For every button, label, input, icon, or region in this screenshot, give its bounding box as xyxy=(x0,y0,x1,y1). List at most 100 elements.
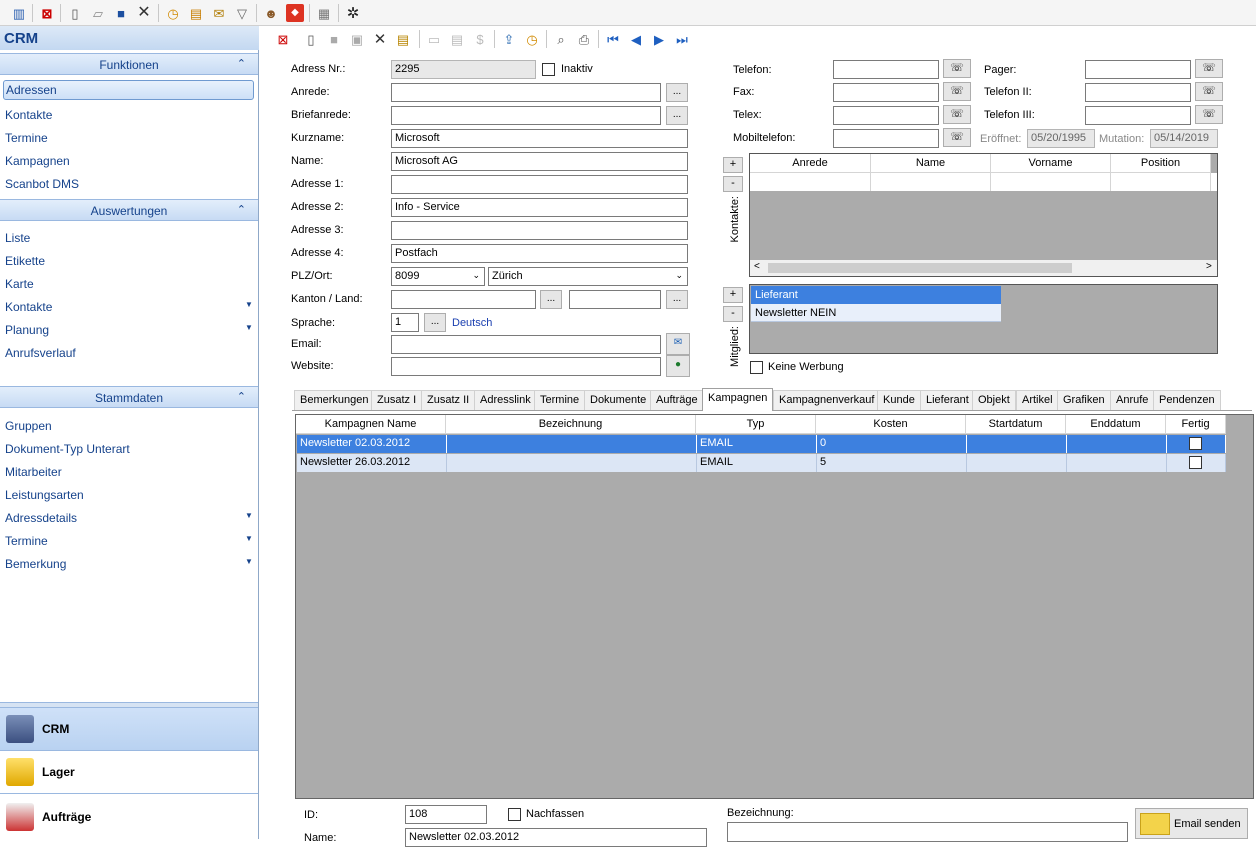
telefon2-field[interactable] xyxy=(1085,83,1191,102)
land-lookup-button[interactable]: ... xyxy=(666,290,688,309)
new-doc-icon[interactable]: ▯ xyxy=(302,30,320,48)
grid-icon[interactable]: ▦ xyxy=(315,4,333,22)
sidebar-item-etikette[interactable]: Etikette xyxy=(5,254,45,268)
anrede-lookup-button[interactable]: ... xyxy=(666,83,688,102)
adresse2-field[interactable]: Info - Service xyxy=(391,198,688,217)
grid-column-header[interactable]: Position xyxy=(1111,154,1211,173)
scroll-right-icon[interactable]: > xyxy=(1206,261,1212,272)
paste-icon[interactable]: ▤ xyxy=(394,30,412,48)
remove-kontakt-button[interactable]: - xyxy=(723,176,743,192)
tab-dokumente[interactable]: Dokumente xyxy=(584,390,653,410)
disabled-icon[interactable]: $ xyxy=(471,30,489,48)
kanton-field[interactable] xyxy=(391,290,536,309)
last-record-icon[interactable]: ⏭ xyxy=(673,30,691,48)
horizontal-scrollbar[interactable]: < > xyxy=(750,260,1217,276)
adresse1-field[interactable] xyxy=(391,175,688,194)
fertig-checkbox[interactable] xyxy=(1189,456,1202,469)
table-row[interactable]: Newsletter 02.03.2012 EMAIL 0 xyxy=(297,435,1226,453)
table-row[interactable]: Newsletter 26.03.2012 EMAIL 5 xyxy=(297,454,1226,472)
red-app-icon[interactable]: ◆ xyxy=(286,4,304,22)
email-field[interactable] xyxy=(391,335,661,354)
scroll-left-icon[interactable]: < xyxy=(754,261,760,272)
expand-arrow-icon[interactable]: ▼ xyxy=(245,557,253,566)
sidebar-item-termine-stamm[interactable]: Termine ▼ xyxy=(5,534,255,548)
kontakte-new-row[interactable] xyxy=(750,173,1217,191)
mobiltelefon-field[interactable] xyxy=(833,129,939,148)
phone-dial-icon[interactable]: ☏ xyxy=(1195,59,1223,78)
website-field[interactable] xyxy=(391,357,661,376)
keine-werbung-checkbox[interactable] xyxy=(750,361,763,374)
list-item[interactable]: Newsletter NEIN xyxy=(751,304,1001,322)
sprache-lookup-button[interactable]: ... xyxy=(424,313,446,332)
phone-dial-icon[interactable]: ☏ xyxy=(1195,105,1223,124)
sidebar-item-bemerkung[interactable]: Bemerkung ▼ xyxy=(5,557,255,571)
grid-column-header[interactable]: Bezeichnung xyxy=(446,415,696,434)
grid-column-header[interactable]: Typ xyxy=(696,415,816,434)
delete-x-icon[interactable]: ✕ xyxy=(135,4,153,22)
tab-kunde[interactable]: Kunde xyxy=(877,390,921,410)
tab-auftraege[interactable]: Aufträge xyxy=(650,390,704,410)
grid-column-header[interactable]: Fertig xyxy=(1166,415,1226,434)
phone-dial-icon[interactable]: ☏ xyxy=(943,59,971,78)
clock-icon[interactable]: ◷ xyxy=(164,4,182,22)
globe-icon[interactable]: ● xyxy=(666,355,690,377)
expand-arrow-icon[interactable]: ▼ xyxy=(245,511,253,520)
first-record-icon[interactable]: ⏮ xyxy=(604,30,622,48)
telefon-field[interactable] xyxy=(833,60,939,79)
phone-dial-icon[interactable]: ☏ xyxy=(943,105,971,124)
next-record-icon[interactable]: ▶ xyxy=(650,30,668,48)
bezeichnung-textarea[interactable] xyxy=(727,822,1128,842)
new-doc-icon[interactable]: ▯ xyxy=(66,4,84,22)
clock-icon[interactable]: ◷ xyxy=(523,30,541,48)
ort-select[interactable]: Zürich ⌄ xyxy=(488,267,688,286)
telex-field[interactable] xyxy=(833,106,939,125)
grid-column-header[interactable]: Kampagnen Name xyxy=(296,415,446,434)
grid-column-header[interactable]: Name xyxy=(871,154,991,173)
grid-column-header[interactable]: Vorname xyxy=(991,154,1111,173)
phone-dial-icon[interactable]: ☏ xyxy=(1195,82,1223,101)
pager-field[interactable] xyxy=(1085,60,1191,79)
mitglied-list[interactable]: Lieferant Newsletter NEIN xyxy=(749,284,1218,354)
collapse-chevron-icon[interactable]: ⌃ xyxy=(237,390,246,403)
grid-column-header[interactable]: Anrede xyxy=(750,154,871,173)
kanton-lookup-button[interactable]: ... xyxy=(540,290,562,309)
open-folder-icon[interactable]: ▱ xyxy=(89,4,107,22)
collapse-chevron-icon[interactable]: ⌃ xyxy=(237,57,246,70)
chart-icon[interactable]: ▤ xyxy=(187,4,205,22)
save-icon[interactable]: ■ xyxy=(325,30,343,48)
tab-zusatz-1[interactable]: Zusatz I xyxy=(371,390,423,410)
sidebar-item-dokument-typ[interactable]: Dokument-Typ Unterart xyxy=(5,442,130,456)
sidebar-item-scanbot-dms[interactable]: Scanbot DMS xyxy=(5,177,79,191)
sidebar-item-liste[interactable]: Liste xyxy=(5,231,30,245)
sidebar-item-gruppen[interactable]: Gruppen xyxy=(5,419,52,433)
section-header-funktionen[interactable]: Funktionen ⌃ xyxy=(0,53,258,75)
nachfassen-checkbox[interactable] xyxy=(508,808,521,821)
tab-zusatz-2[interactable]: Zusatz II xyxy=(421,390,476,410)
tab-pendenzen[interactable]: Pendenzen xyxy=(1153,390,1221,410)
save-all-icon[interactable]: ▣ xyxy=(348,30,366,48)
grid-column-header[interactable]: Startdatum xyxy=(966,415,1066,434)
module-crm-button[interactable]: CRM xyxy=(0,707,258,750)
tab-grafiken[interactable]: Grafiken xyxy=(1057,390,1111,410)
add-kontakt-button[interactable]: + xyxy=(723,157,743,173)
tab-objekt[interactable]: Objekt xyxy=(972,390,1016,410)
adresse3-field[interactable] xyxy=(391,221,688,240)
sidebar-item-termine[interactable]: Termine xyxy=(5,131,48,145)
sprache-nr-field[interactable]: 1 xyxy=(391,313,419,332)
fax-field[interactable] xyxy=(833,83,939,102)
fertig-checkbox[interactable] xyxy=(1189,437,1202,450)
print-preview-icon[interactable]: ⌕ xyxy=(552,30,570,48)
grid-column-header[interactable]: Kosten xyxy=(816,415,966,434)
sidebar-item-adressdetails[interactable]: Adressdetails ▼ xyxy=(5,511,255,525)
add-mitglied-button[interactable]: + xyxy=(723,287,743,303)
disabled-icon[interactable]: ▭ xyxy=(425,30,443,48)
send-mail-icon[interactable]: ✉ xyxy=(666,333,690,355)
tab-anrufe[interactable]: Anrufe xyxy=(1110,390,1155,410)
section-header-auswertungen[interactable]: Auswertungen ⌃ xyxy=(0,199,258,221)
expand-arrow-icon[interactable]: ▼ xyxy=(245,323,253,332)
close-red-icon[interactable]: ⊠ xyxy=(274,30,292,48)
sidebar-item-leistungsarten[interactable]: Leistungsarten xyxy=(5,488,84,502)
tab-artikel[interactable]: Artikel xyxy=(1016,390,1059,410)
filter-icon[interactable]: ▽ xyxy=(233,4,251,22)
name-field[interactable]: Microsoft AG xyxy=(391,152,688,171)
